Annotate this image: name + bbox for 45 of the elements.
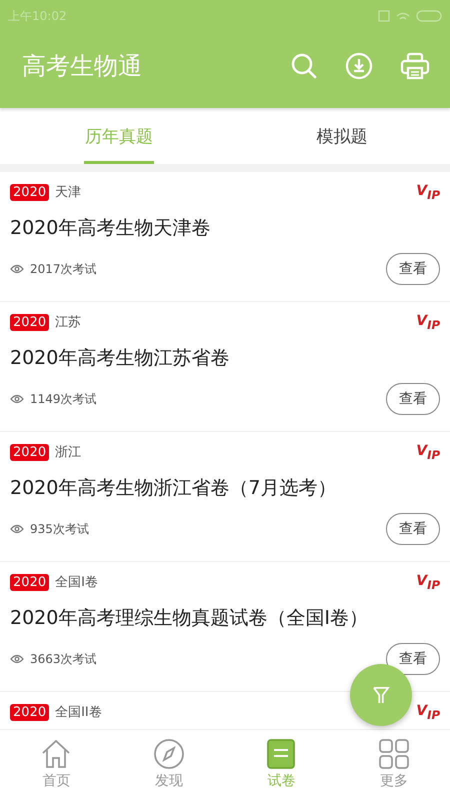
nav-icon[interactable] [378,738,410,770]
vip-mark: V$_{IP}$ [416,442,440,462]
nav-icon[interactable] [152,738,185,770]
app-title: 高考生物通 [22,51,142,82]
year-tag: 2020 [10,444,50,460]
notification-icon [378,10,390,22]
vip-mark: V$_{IP}$ [416,312,440,332]
nav-icon[interactable] [265,738,298,770]
exam-count: 3663次考试 [30,650,97,668]
download-icon[interactable] [345,52,373,80]
vip-mark: V$_{IP}$ [416,702,440,722]
eye-icon [10,394,24,404]
view-button[interactable]: 查看 [386,253,440,285]
exam-count: 1149次考试 [30,390,97,408]
year-tag: 2020 [10,314,50,330]
region-label: 天津 [55,184,82,201]
tab[interactable]: 模拟题 [234,108,450,164]
paper-title[interactable]: 2020年高考生物江苏省卷 [10,345,440,371]
paper-title[interactable]: 2020年高考理综生物真题试卷（全国I卷） [10,605,440,631]
year-tag: 2020 [10,184,50,200]
vip-mark: V$_{IP}$ [416,182,440,202]
region-label: 江苏 [55,314,82,331]
exam-count: 2017次考试 [30,260,97,278]
view-button[interactable]: 查看 [386,383,440,415]
paper-title[interactable]: 2020年高考生物浙江省卷（7月选考） [10,475,440,501]
eye-icon [10,524,24,534]
view-button[interactable]: 查看 [386,513,440,545]
year-tag: 2020 [10,704,50,720]
year-tag: 2020 [10,574,50,590]
eye-icon [10,654,24,664]
status-time: 上午10:02 [8,8,67,24]
printer-icon[interactable] [400,52,430,80]
vip-mark: V$_{IP}$ [416,572,440,592]
search-icon[interactable] [290,52,318,80]
exam-count: 935次考试 [30,520,89,538]
battery-icon [416,10,442,22]
eye-icon [10,264,24,274]
region-label: 全国II卷 [55,704,102,721]
wifi-icon [396,11,410,21]
filter-button[interactable] [350,664,412,726]
region-label: 全国I卷 [55,574,98,591]
region-label: 浙江 [55,444,82,461]
nav-icon[interactable] [40,738,72,770]
view-button[interactable]: 查看 [386,643,440,675]
paper-title[interactable]: 2020年高考生物天津卷 [10,215,440,241]
